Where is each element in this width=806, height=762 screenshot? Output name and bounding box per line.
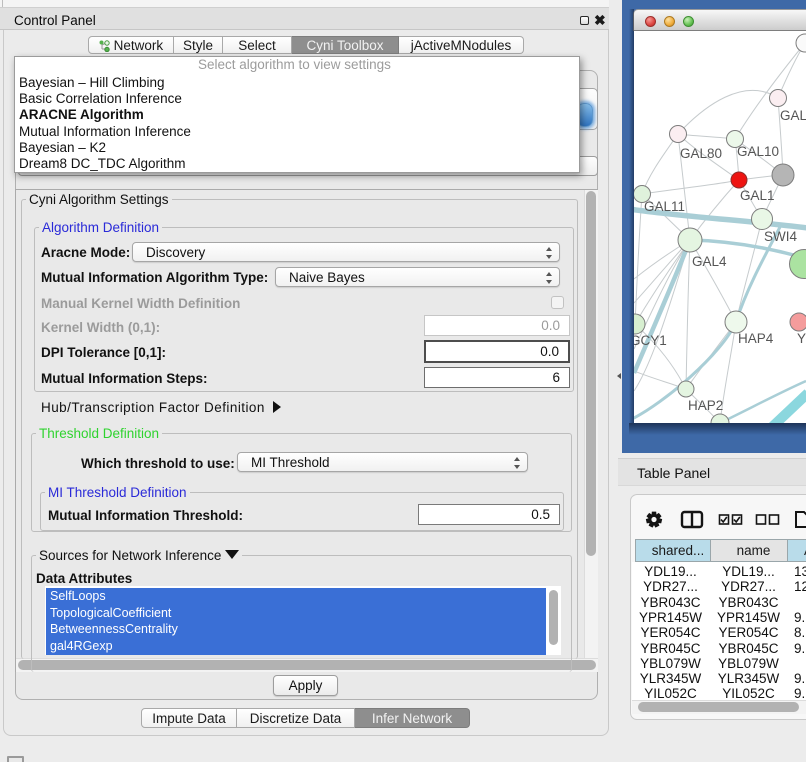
svg-text:GAL80: GAL80	[680, 146, 722, 161]
svg-text:GAL7: GAL7	[780, 108, 806, 123]
svg-text:GAL11: GAL11	[644, 199, 685, 214]
svg-text:GAL1: GAL1	[740, 188, 775, 203]
svg-text:GAL10: GAL10	[737, 144, 779, 159]
svg-text:HAP4: HAP4	[738, 331, 774, 346]
svg-text:HAP2: HAP2	[688, 398, 723, 413]
svg-text:SWI4: SWI4	[764, 229, 797, 244]
svg-text:GCY1: GCY1	[634, 333, 667, 348]
svg-text:Y: Y	[797, 331, 806, 346]
svg-text:GAL4: GAL4	[692, 254, 727, 269]
